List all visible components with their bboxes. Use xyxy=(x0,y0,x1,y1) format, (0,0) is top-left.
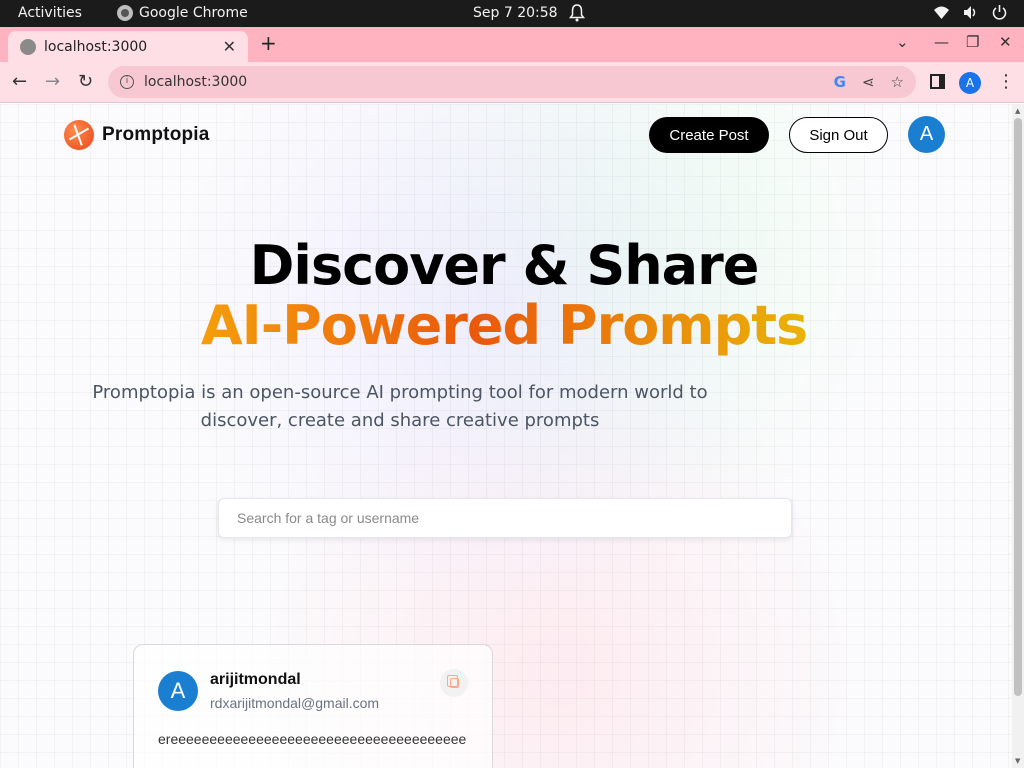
scroll-up-icon[interactable]: ▲ xyxy=(1015,107,1020,115)
copy-icon xyxy=(446,675,459,688)
sign-out-button[interactable]: Sign Out xyxy=(789,117,888,153)
hero-gradient-text: AI-Powered Prompts xyxy=(200,294,808,357)
kebab-menu-icon[interactable]: ⋮ xyxy=(997,71,1015,92)
new-tab-icon[interactable]: + xyxy=(260,31,277,55)
tab-search-chevron-icon[interactable]: ⌄ xyxy=(896,33,909,51)
card-avatar[interactable]: A xyxy=(158,671,198,711)
minimize-icon[interactable]: — xyxy=(934,33,949,51)
wifi-icon xyxy=(934,6,949,19)
notification-bell-icon[interactable] xyxy=(569,4,585,22)
hero-subtitle: AI-Powered Prompts xyxy=(0,294,1008,357)
restore-icon[interactable]: ❐ xyxy=(966,33,979,51)
clock[interactable]: Sep 7 20:58 xyxy=(473,5,558,21)
scroll-down-icon[interactable]: ▼ xyxy=(1015,757,1020,765)
copy-button[interactable] xyxy=(440,669,468,697)
volume-icon xyxy=(964,6,976,19)
browser-tab[interactable]: localhost:3000 ✕ xyxy=(8,31,248,62)
close-window-icon[interactable]: ✕ xyxy=(999,33,1012,51)
close-tab-icon[interactable]: ✕ xyxy=(223,37,236,56)
reload-icon[interactable]: ↻ xyxy=(78,71,93,92)
hero-description: Promptopia is an open-source AI promptin… xyxy=(92,382,708,431)
scrollbar-thumb[interactable] xyxy=(1014,118,1022,696)
activities-button[interactable]: Activities xyxy=(18,5,82,21)
prompt-card[interactable]: A arijitmondal rdxarijitmondal@gmail.com… xyxy=(133,644,493,768)
back-arrow-icon[interactable]: ← xyxy=(12,71,27,92)
hero-title: Discover & Share xyxy=(249,234,760,297)
active-app-name: Google Chrome xyxy=(139,5,248,21)
active-app-menu[interactable]: Google Chrome xyxy=(117,5,248,21)
side-panel-icon[interactable] xyxy=(930,74,945,89)
logo-link[interactable]: Promptopia xyxy=(64,120,210,150)
power-icon xyxy=(992,5,1007,20)
card-email: rdxarijitmondal@gmail.com xyxy=(210,695,380,711)
system-top-bar: Activities Google Chrome Sep 7 20:58 xyxy=(0,0,1024,27)
prompt-text: ereeeeeeeeeeeeeeeeeeeeeeeeeeeeeeeeeeeeee xyxy=(158,731,467,747)
profile-avatar[interactable]: A xyxy=(959,72,981,94)
user-avatar[interactable]: A xyxy=(908,116,945,153)
page-viewport: Promptopia Create Post Sign Out A Discov… xyxy=(0,104,1012,768)
brand-name: Promptopia xyxy=(102,124,210,145)
globe-icon xyxy=(20,38,36,55)
forward-arrow-icon[interactable]: → xyxy=(45,71,60,92)
google-lens-icon[interactable]: G xyxy=(834,73,846,91)
search-input[interactable] xyxy=(218,498,792,538)
system-tray[interactable] xyxy=(933,4,1008,21)
page-scrollbar[interactable]: ▲ ▼ xyxy=(1012,104,1024,768)
create-post-button[interactable]: Create Post xyxy=(649,117,769,153)
chrome-icon xyxy=(117,5,133,21)
address-bar[interactable]: i localhost:3000 G ⋖ ☆ xyxy=(108,66,916,98)
logo-icon xyxy=(64,120,94,150)
bookmark-star-icon[interactable]: ☆ xyxy=(891,73,904,91)
site-info-icon[interactable]: i xyxy=(120,75,134,89)
card-username[interactable]: arijitmondal xyxy=(210,671,301,689)
browser-toolbar: ← → ↻ i localhost:3000 G ⋖ ☆ A ⋮ xyxy=(0,62,1024,103)
share-icon[interactable]: ⋖ xyxy=(862,73,875,91)
tab-title: localhost:3000 xyxy=(44,38,148,55)
url-text[interactable]: localhost:3000 xyxy=(144,74,818,90)
tab-strip: localhost:3000 ✕ + ⌄ — ❐ ✕ xyxy=(0,27,1024,62)
